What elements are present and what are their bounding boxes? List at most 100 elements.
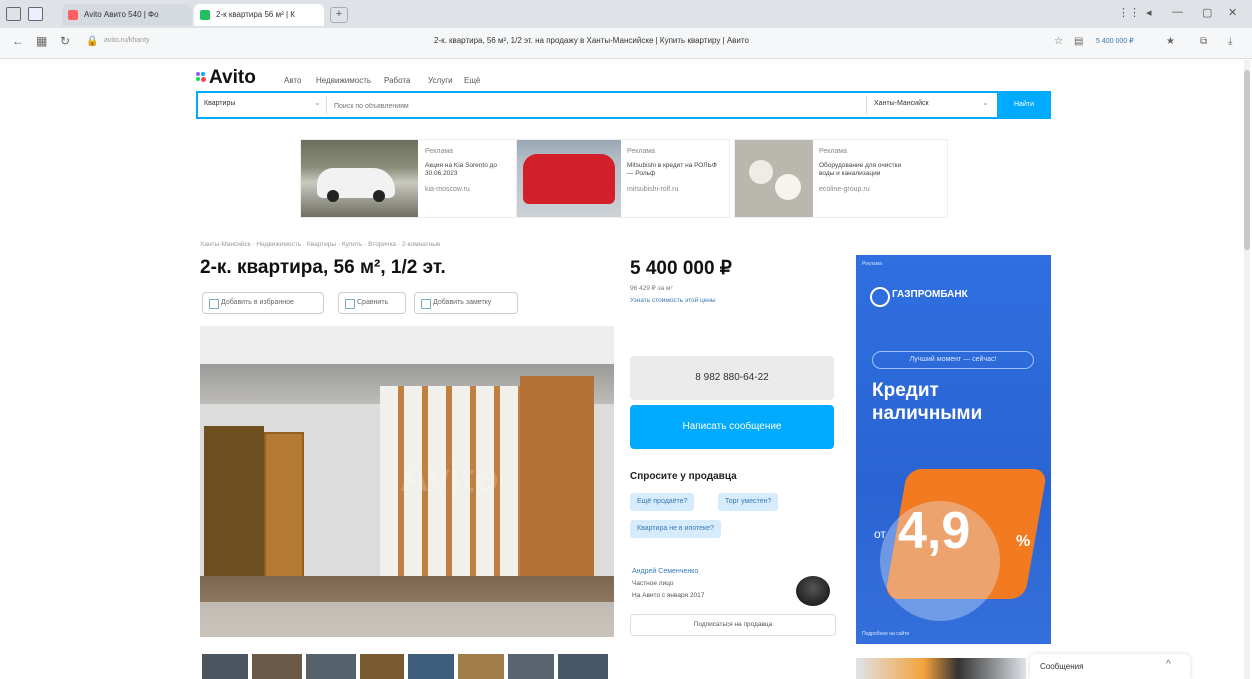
seller-since: На Авито с января 2017 [632,592,705,599]
extensions-icon[interactable]: ★ [1166,36,1175,47]
tabs-list-icon[interactable] [28,7,43,21]
phone-number: 8 982 880-64-22 [695,372,769,383]
downloads-panel-icon[interactable]: ⧉ [1200,36,1207,47]
ad-text: Реклама Mitsubishi в кредит на РОЛЬФ — Р… [627,148,723,194]
subscribe-button[interactable]: Подписаться на продавца [630,614,836,636]
tabs-grid-icon[interactable]: ▦ [36,34,47,48]
banner-rate-unit: % [1016,533,1031,550]
write-message-label: Написать сообщение [682,421,782,432]
main-photo[interactable]: Avito [200,326,614,637]
ad-line: Акция на Kia Sorento до 30.06.2023 [425,162,498,177]
add-note-button-label: Добавить заметку [433,299,492,306]
avatar[interactable] [796,576,830,606]
tab-search-icon[interactable]: ⋮⋮ [1118,6,1140,19]
subscribe-label: Подписаться на продавца [693,621,773,628]
write-message-button[interactable]: Написать сообщение [630,405,834,449]
thumbnail[interactable] [558,654,608,679]
nav-link-more[interactable]: Ещё [464,76,480,85]
thumbnail[interactable] [360,654,404,679]
tab-avito[interactable]: Avito Авито 540 | Фо [62,4,192,26]
gazprombank-logo-icon [870,287,890,307]
thumbnail[interactable] [202,654,248,679]
maximize-icon[interactable]: ▢ [1202,6,1212,19]
ad-card-mitsubishi[interactable]: Реклама Mitsubishi в кредит на РОЛЬФ — Р… [516,139,730,218]
wheel [373,190,385,202]
messages-panel[interactable]: Сообщения ^ [1030,654,1190,679]
avito-favicon-icon [200,10,210,20]
minimize-icon[interactable]: — [1172,6,1183,18]
price-per-m2: 96 429 ₽ за м² [630,285,673,292]
nav-link-auto[interactable]: Авто [284,76,301,85]
thumbnail[interactable] [306,654,356,679]
reader-icon[interactable]: ▤ [1074,36,1083,47]
browser-tab-bar: Avito Авито 540 | Фо 2-к квартира 56 м² … [0,0,1252,28]
divider [326,96,327,114]
seller-name[interactable]: Андрей Семенченко [632,568,698,575]
secondary-ad-peek[interactable] [856,658,1026,679]
ad-card-kia[interactable]: Реклама Акция на Kia Sorento до 30.06.20… [300,139,534,218]
price-hint: 5 400 000 ₽ [1096,38,1134,45]
wardrobe-side [520,376,594,602]
banner-slogan: Лучший момент — сейчас! [909,356,997,363]
url-text[interactable]: avito.ru/khanty [104,37,150,44]
thumbnail[interactable] [508,654,554,679]
ad-label: Реклама [819,148,848,155]
nav-link-realty[interactable]: Недвижимость [316,76,371,85]
tab-label: Avito Авито 540 | Фо [84,10,159,19]
price-history-link[interactable]: Узнать стоимость этой цены [630,297,716,304]
question-chip[interactable]: Квартира не в ипотеке? [630,520,721,538]
thumbnail[interactable] [458,654,504,679]
add-note-button[interactable]: Добавить заметку [414,292,518,314]
note-icon [421,299,431,309]
ad-source: mitsubishi-rolf.ru [627,186,679,193]
compare-button[interactable]: Сравнить [338,292,406,314]
download-icon[interactable]: ⤓ [1228,36,1232,47]
price: 5 400 000 ₽ [630,258,732,279]
ad-text: Реклама Акция на Kia Sorento до 30.06.20… [425,148,521,194]
avito-favicon-icon [68,10,78,20]
question-chip[interactable]: Ещё продаёте? [630,493,695,511]
location-select[interactable]: Ханты-Мансийск [874,100,929,107]
breadcrumb[interactable]: Ханты-Мансийск · Недвижимость · Квартиры… [200,241,441,248]
question-label: Квартира не в ипотеке? [637,525,714,532]
new-tab-button[interactable]: + [330,7,348,23]
logo-dots-icon [196,72,206,82]
sidebar-toggle-icon[interactable] [6,7,21,21]
messages-label: Сообщения [1040,662,1084,671]
show-phone-button[interactable]: 8 982 880-64-22 [630,356,834,400]
chevron-up-icon[interactable]: ^ [1166,659,1171,670]
ad-banner-gazprombank[interactable]: Реклама ГАЗПРОМБАНК Лучший момент — сейч… [856,255,1051,644]
compare-icon [345,299,355,309]
divider [866,96,867,114]
question-chip[interactable]: Торг уместен? [718,493,779,511]
banner-brand: ГАЗПРОМБАНК [892,289,968,300]
thumbnail[interactable] [408,654,454,679]
ask-seller-title: Спросите у продавца [630,471,737,482]
tab-listing[interactable]: 2-к квартира 56 м² | К [194,4,324,26]
wheel [327,190,339,202]
page-title: 2-к. квартира, 56 м², 1/2 эт. [200,257,446,278]
category-select[interactable]: Квартиры [204,100,235,107]
banner-rate: 4,9 [898,502,971,560]
close-icon[interactable]: ✕ [1228,6,1237,19]
search-input[interactable] [332,96,856,116]
ad-card-equipment[interactable]: Реклама Оборудование для очистки воды и … [734,139,948,218]
car-shape [523,154,615,204]
logo-text: Avito [209,67,256,88]
nav-link-services[interactable]: Услуги [428,76,453,85]
nav-link-jobs[interactable]: Работа [384,76,410,85]
back-icon[interactable]: ← [12,34,24,48]
bookmarks-icon[interactable]: ◂ [1146,6,1152,19]
bookmark-star-icon[interactable]: ☆ [1054,36,1063,47]
address-bar-row: ← ▦ ↻ 🔒 avito.ru/khanty 2-к. квартира, 5… [0,28,1252,59]
search-button[interactable]: Найти [997,91,1051,119]
ad-line: Оборудование для очистки воды и канализа… [819,162,902,177]
reload-icon[interactable]: ↻ [60,34,70,48]
heart-icon [209,299,219,309]
favorite-button[interactable]: Добавить в избранное [202,292,324,314]
lock-icon: 🔒 [86,36,99,47]
thumbnail[interactable] [252,654,302,679]
banner-disclaimer: Подробнее на сайте [862,631,910,637]
page-scrollbar[interactable] [1244,60,1250,679]
scrollbar-thumb[interactable] [1244,70,1250,250]
